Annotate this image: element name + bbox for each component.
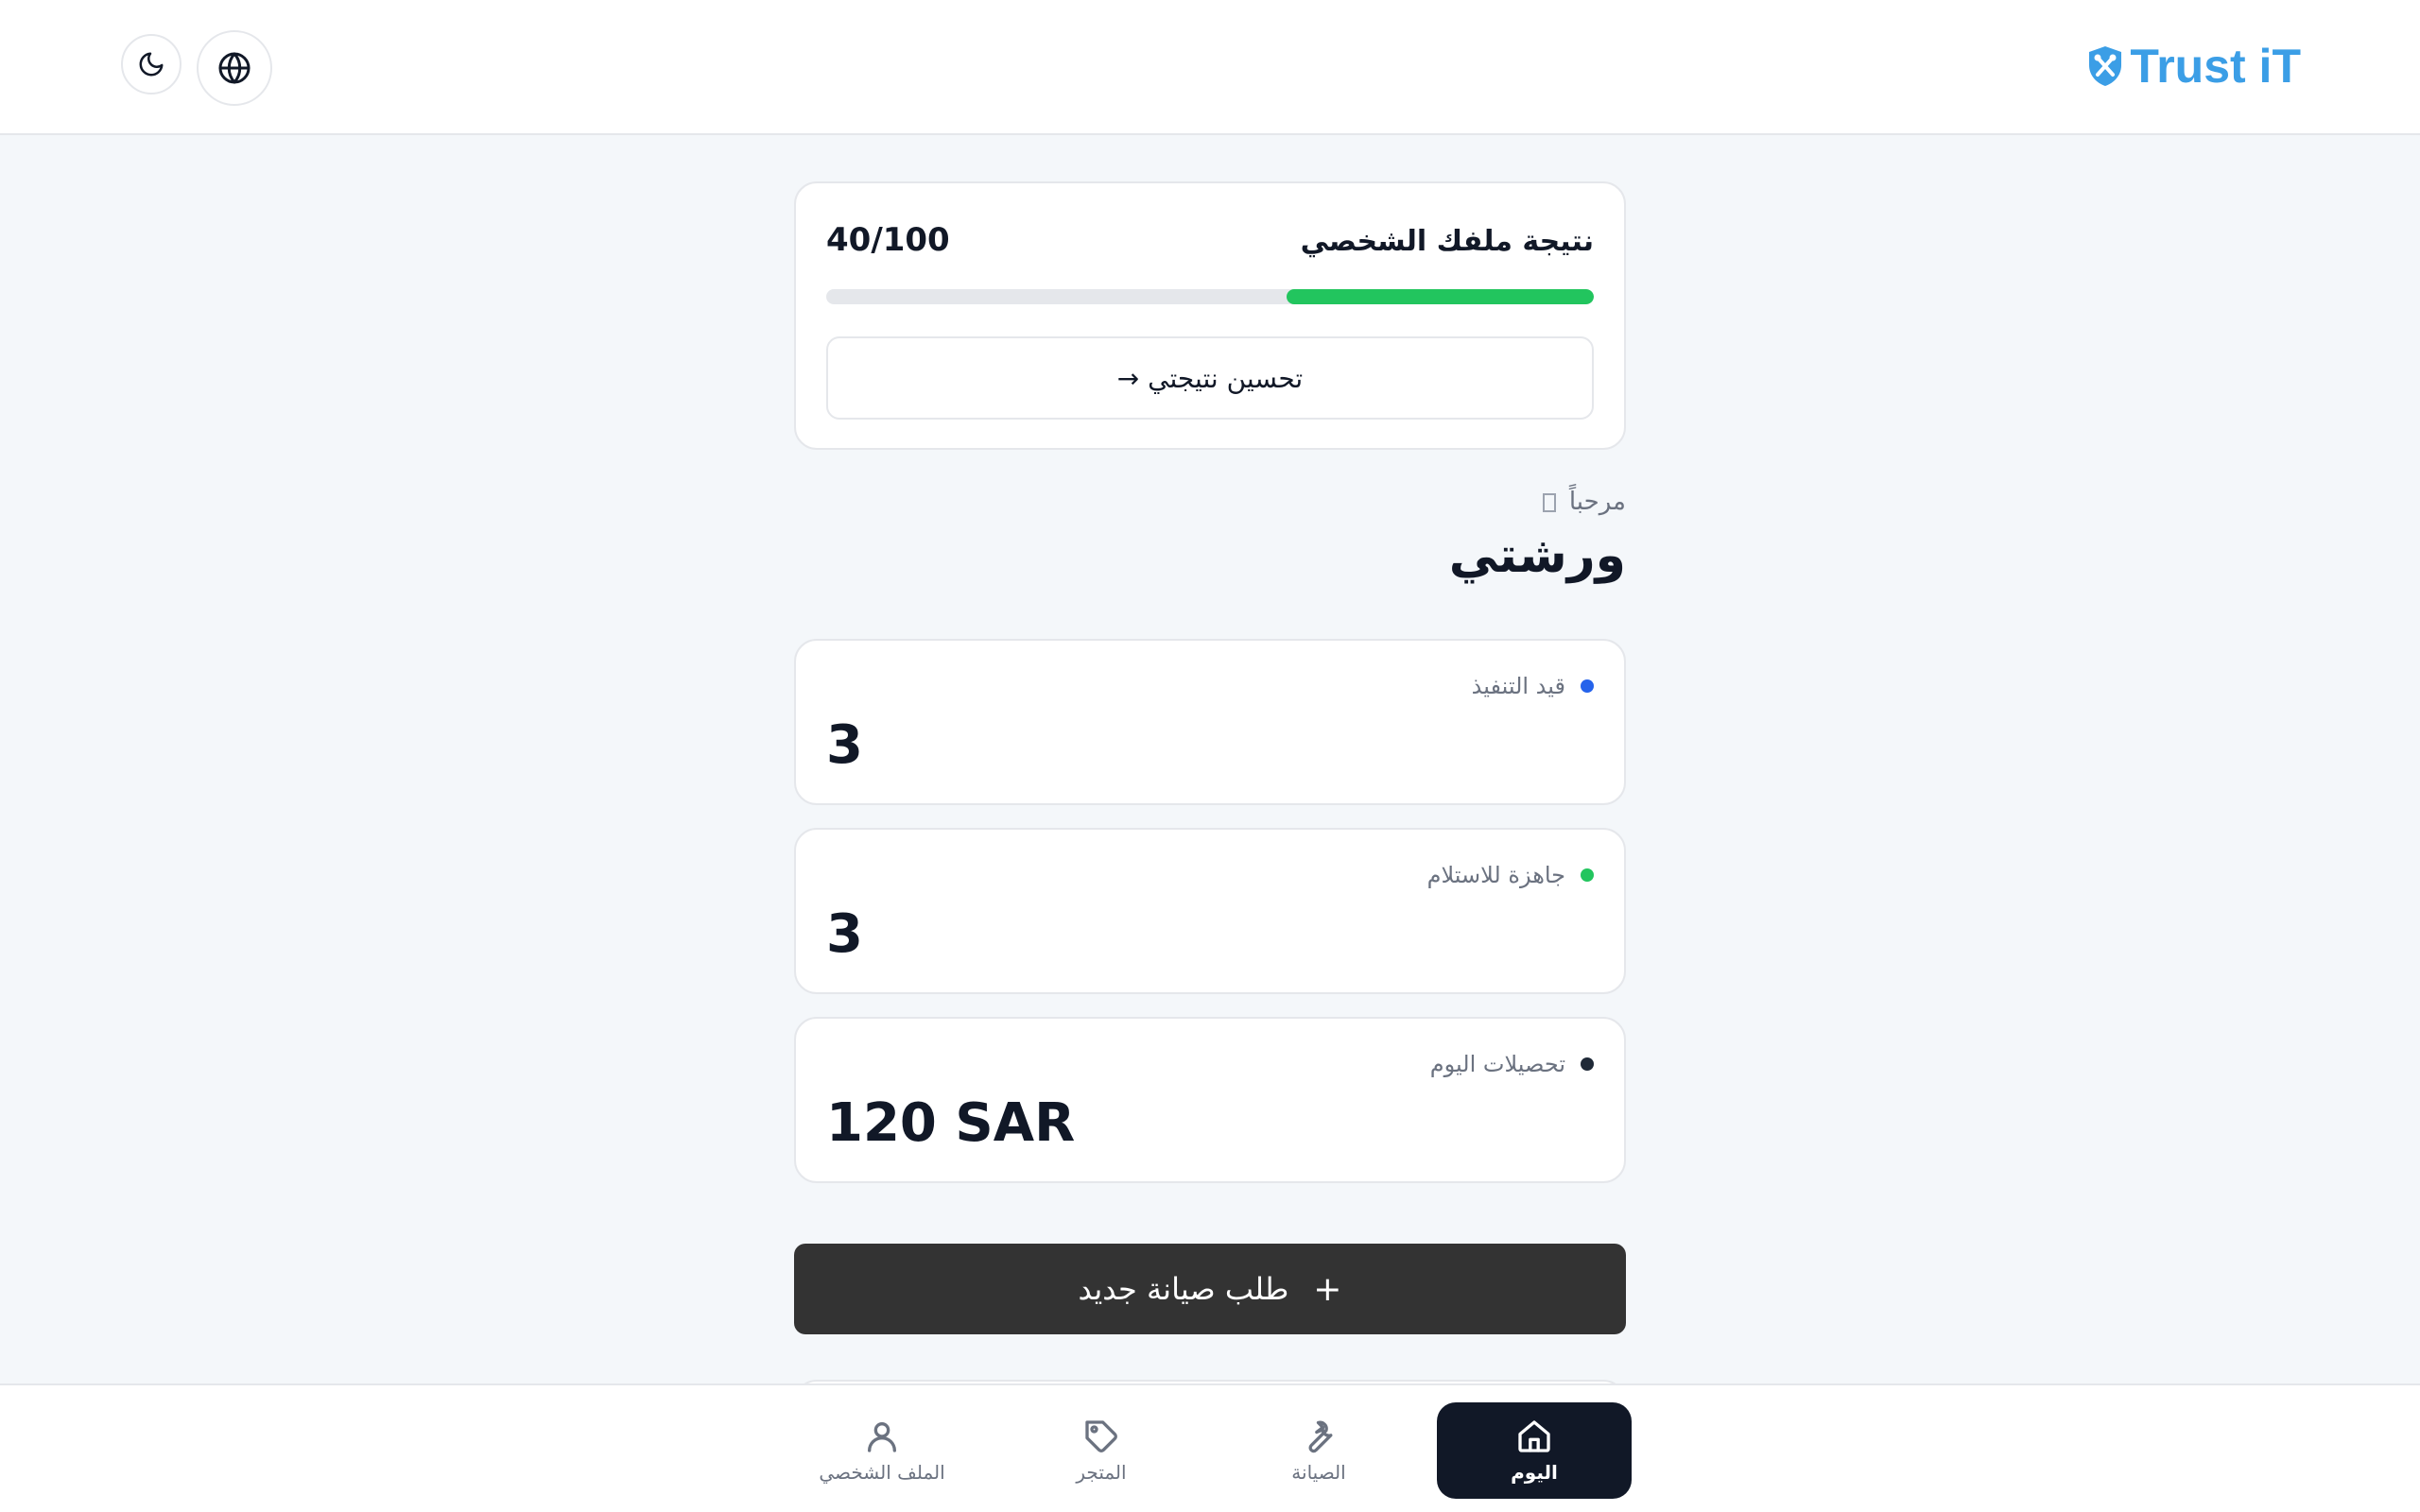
top-header: Trust iT (0, 0, 2420, 135)
brand-name: Trust iT (2130, 40, 2301, 93)
stat-label-row: قيد التنفيذ (1472, 673, 1594, 699)
stat-label: جاهزة للاستلام (1426, 862, 1565, 888)
stat-label: قيد التنفيذ (1471, 673, 1565, 699)
bottom-navigation: اليوم الصيانة المتجر الملف الشخصي (0, 1383, 2420, 1512)
welcome-greeting: مرحباً (1542, 488, 1626, 516)
stat-card-ready-for-pickup[interactable]: جاهزة للاستلام 3 (794, 828, 1626, 994)
nav-item-profile[interactable]: الملف الشخصي (785, 1402, 979, 1499)
score-value: 40/100 (826, 221, 950, 259)
nav-label: اليوم (1511, 1461, 1558, 1484)
stat-value: 3 (826, 714, 863, 776)
emoji-placeholder-icon (1542, 492, 1556, 512)
wrench-icon (1308, 1420, 1333, 1453)
shield-tools-icon (2089, 46, 2122, 86)
stat-label-row: تحصيلات اليوم (1430, 1051, 1594, 1077)
profile-score-card: نتيجة ملفك الشخصي 40/100 تحسين نتيجتي → (794, 181, 1626, 450)
score-progress-bar (826, 289, 1594, 304)
nav-label: الملف الشخصي (819, 1461, 945, 1484)
nav-item-today[interactable]: اليوم (1437, 1402, 1632, 1499)
workshop-name: ورشتي (1448, 527, 1626, 584)
nav-item-store[interactable]: المتجر (1004, 1402, 1199, 1499)
stat-card-in-progress[interactable]: قيد التنفيذ 3 (794, 639, 1626, 805)
stat-value: 3 (826, 903, 863, 965)
new-maintenance-request-button[interactable]: + طلب صيانة جديد (794, 1244, 1626, 1334)
stat-value: 120 SAR (826, 1092, 1076, 1154)
improve-score-button[interactable]: تحسين نتيجتي → (826, 336, 1594, 420)
globe-icon (218, 52, 251, 84)
nav-label: المتجر (1076, 1461, 1127, 1484)
score-progress-fill (1287, 289, 1594, 304)
user-icon (868, 1422, 896, 1452)
greeting-text: مرحباً (1568, 488, 1626, 516)
new-request-label: طلب صيانة جديد (1078, 1271, 1289, 1307)
nav-item-maintenance[interactable]: الصيانة (1221, 1402, 1416, 1499)
status-dot (1581, 1057, 1594, 1071)
home-icon (1518, 1420, 1550, 1452)
theme-toggle-button[interactable] (121, 34, 182, 94)
language-button[interactable] (197, 30, 272, 106)
moon-icon (139, 52, 164, 77)
brand-logo[interactable]: Trust iT (2086, 40, 2301, 93)
plus-icon: + (1313, 1269, 1342, 1309)
status-dot (1581, 868, 1594, 882)
status-dot (1581, 679, 1594, 693)
stat-card-today-collections[interactable]: تحصيلات اليوم 120 SAR (794, 1017, 1626, 1183)
nav-label: الصيانة (1291, 1461, 1346, 1484)
stat-label: تحصيلات اليوم (1429, 1051, 1565, 1077)
score-title: نتيجة ملفك الشخصي (1300, 225, 1594, 258)
tag-icon (1085, 1420, 1117, 1452)
stat-label-row: جاهزة للاستلام (1427, 862, 1594, 888)
